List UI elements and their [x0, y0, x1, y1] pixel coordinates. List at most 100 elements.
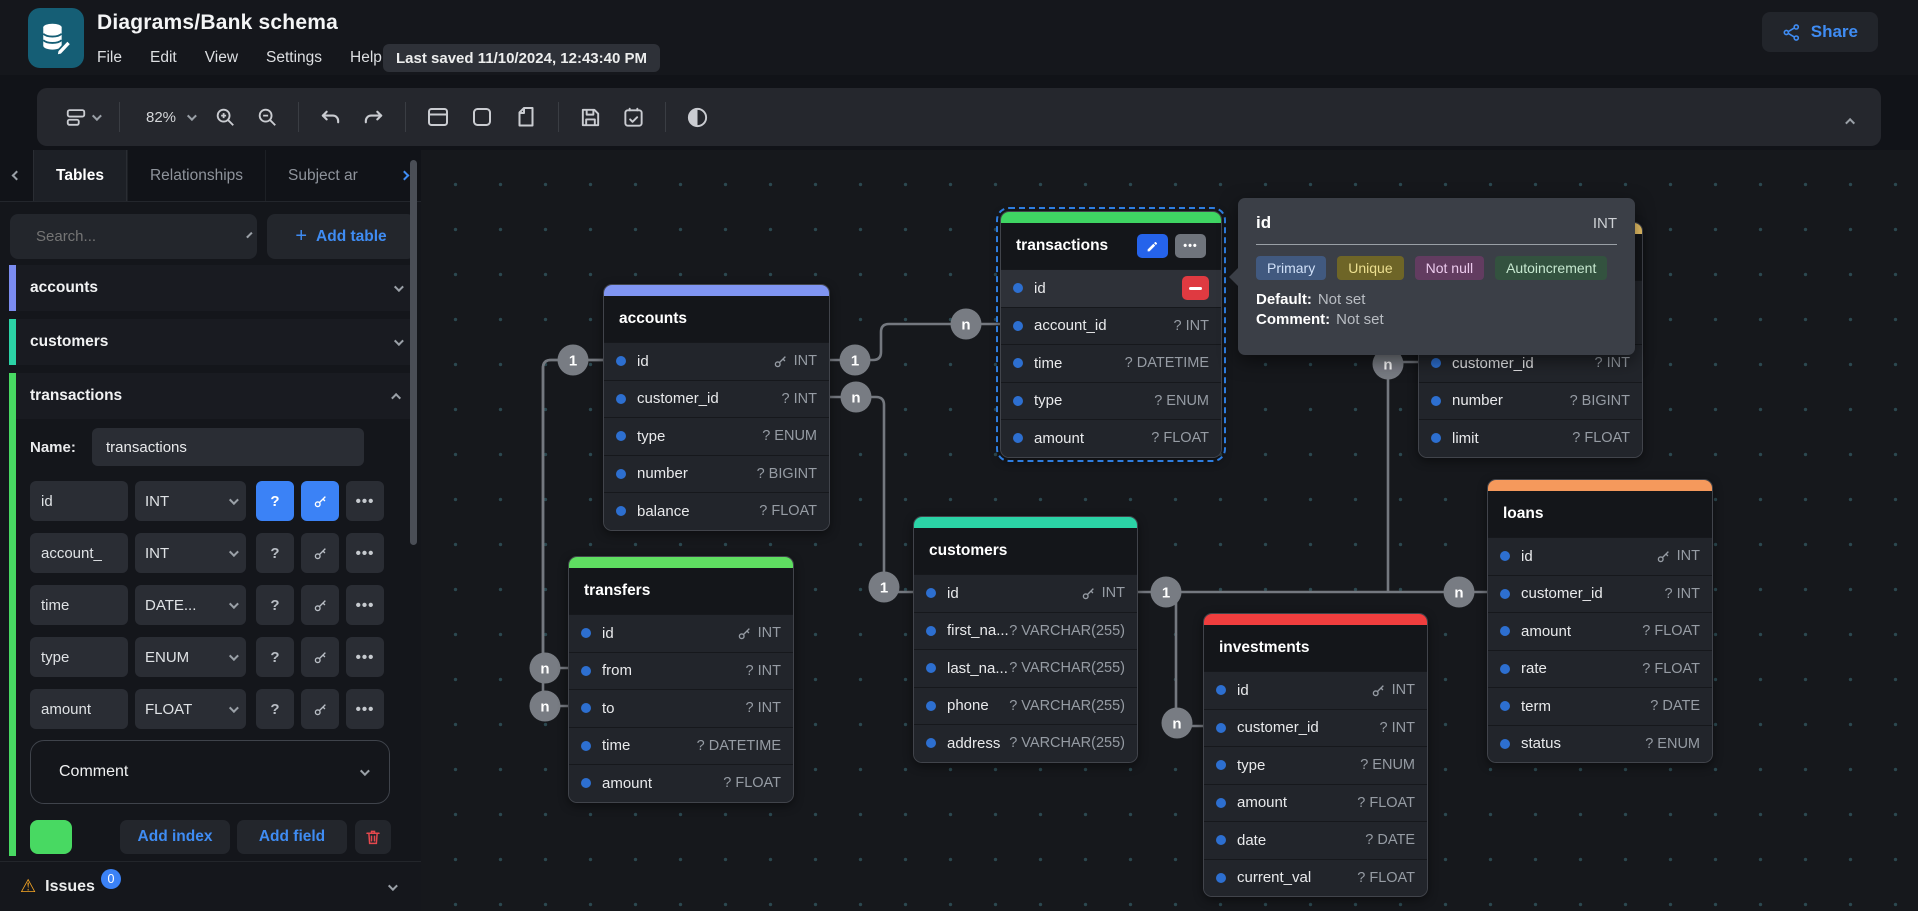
- nullable-toggle[interactable]: ?: [256, 637, 294, 677]
- table-search[interactable]: [10, 214, 257, 259]
- zoom-out-button[interactable]: [246, 97, 288, 137]
- share-button[interactable]: Share: [1762, 12, 1878, 52]
- menu-edit[interactable]: Edit: [150, 49, 177, 67]
- table-field-limit[interactable]: limit? FLOAT: [1419, 419, 1642, 457]
- table-field-type[interactable]: type? ENUM: [1001, 382, 1221, 420]
- field-name-input[interactable]: id: [30, 481, 128, 521]
- nullable-toggle[interactable]: ?: [256, 481, 294, 521]
- nullable-toggle[interactable]: ?: [256, 585, 294, 625]
- primary-key-toggle[interactable]: [301, 637, 339, 677]
- sidebar-item-accounts[interactable]: accounts: [9, 265, 415, 311]
- table-customers[interactable]: customersidINTfirst_na...? VARCHAR(255)l…: [913, 516, 1138, 763]
- sidebar-item-transactions[interactable]: transactions: [9, 373, 415, 419]
- table-field-id[interactable]: idINT: [604, 342, 829, 380]
- relationship-line[interactable]: [830, 397, 913, 592]
- table-more-button[interactable]: •••: [1175, 234, 1206, 258]
- add-field-button[interactable]: Add field: [237, 820, 347, 854]
- table-field-time[interactable]: time? DATETIME: [569, 727, 793, 765]
- field-name-input[interactable]: type: [30, 637, 128, 677]
- table-field-id[interactable]: idINT: [1204, 671, 1427, 709]
- table-title-row[interactable]: transfers: [569, 568, 793, 614]
- add-index-button[interactable]: Add index: [120, 820, 230, 854]
- table-field-time[interactable]: time? DATETIME: [1001, 344, 1221, 382]
- field-name-input[interactable]: time: [30, 585, 128, 625]
- issues-bar[interactable]: ⚠ Issues 0: [0, 861, 421, 911]
- table-title-row[interactable]: customers: [914, 528, 1137, 574]
- toolbar-collapse-button[interactable]: [1842, 106, 1861, 136]
- delete-table-button[interactable]: [355, 820, 391, 854]
- table-field-id[interactable]: idINT: [569, 614, 793, 652]
- menu-file[interactable]: File: [97, 49, 122, 67]
- table-name-input[interactable]: [92, 428, 364, 466]
- undo-button[interactable]: [309, 97, 352, 137]
- table-field-status[interactable]: status? ENUM: [1488, 725, 1712, 763]
- table-field-current_val[interactable]: current_val? FLOAT: [1204, 859, 1427, 897]
- table-field-number[interactable]: number? BIGINT: [604, 455, 829, 493]
- diagram-canvas[interactable]: 1nn1nn11nnn accountsidINTcustomer_id? IN…: [421, 150, 1918, 911]
- table-field-account_id[interactable]: account_id? INT: [1001, 307, 1221, 345]
- table-title-row[interactable]: loans: [1488, 491, 1712, 537]
- table-accounts[interactable]: accountsidINTcustomer_id? INTtype? ENUMn…: [603, 284, 830, 531]
- field-type-select[interactable]: INT: [135, 481, 246, 521]
- table-field-customer_id[interactable]: customer_id? INT: [1204, 709, 1427, 747]
- table-field-id[interactable]: idINT: [1488, 537, 1712, 575]
- table-title-row[interactable]: transactions•••: [1001, 223, 1221, 269]
- commit-button[interactable]: [612, 97, 655, 137]
- app-logo[interactable]: [28, 8, 84, 68]
- primary-key-toggle[interactable]: [301, 585, 339, 625]
- table-field-customer_id[interactable]: customer_id? INT: [1488, 575, 1712, 613]
- sidebar-scrollbar[interactable]: [410, 160, 417, 545]
- nullable-toggle[interactable]: ?: [256, 689, 294, 729]
- sidebar-item-customers[interactable]: customers: [9, 319, 415, 365]
- field-type-select[interactable]: FLOAT: [135, 689, 246, 729]
- add-table-tool-button[interactable]: [416, 97, 460, 137]
- table-field-first_na[interactable]: first_na...? VARCHAR(255): [914, 612, 1137, 650]
- relationship-line[interactable]: [1388, 362, 1418, 592]
- tab-tables[interactable]: Tables: [33, 150, 127, 201]
- search-input[interactable]: [36, 228, 235, 245]
- table-loans[interactable]: loansidINTcustomer_id? INTamount? FLOATr…: [1487, 479, 1713, 763]
- table-color-swatch[interactable]: [30, 820, 72, 854]
- layout-button[interactable]: [55, 97, 109, 137]
- field-type-select[interactable]: ENUM: [135, 637, 246, 677]
- table-investments[interactable]: investmentsidINTcustomer_id? INTtype? EN…: [1203, 613, 1428, 897]
- field-more-button[interactable]: •••: [346, 689, 384, 729]
- table-field-term[interactable]: term? DATE: [1488, 687, 1712, 725]
- table-field-address[interactable]: address? VARCHAR(255): [914, 724, 1137, 762]
- field-more-button[interactable]: •••: [346, 533, 384, 573]
- table-transfers[interactable]: transfersidINTfrom? INTto? INTtime? DATE…: [568, 556, 794, 803]
- table-field-date[interactable]: date? DATE: [1204, 821, 1427, 859]
- zoom-in-button[interactable]: [204, 97, 246, 137]
- edit-table-button[interactable]: [1137, 234, 1168, 258]
- primary-key-toggle[interactable]: [301, 481, 339, 521]
- add-table-button[interactable]: + Add table: [267, 214, 415, 259]
- add-note-button[interactable]: [504, 97, 548, 137]
- field-more-button[interactable]: •••: [346, 637, 384, 677]
- redo-button[interactable]: [352, 97, 395, 137]
- field-type-select[interactable]: DATE...: [135, 585, 246, 625]
- primary-key-toggle[interactable]: [301, 533, 339, 573]
- table-field-id[interactable]: id: [1001, 269, 1221, 307]
- field-type-select[interactable]: INT: [135, 533, 246, 573]
- table-field-type[interactable]: type? ENUM: [604, 417, 829, 455]
- relationship-line[interactable]: [1176, 592, 1203, 726]
- table-field-rate[interactable]: rate? FLOAT: [1488, 650, 1712, 688]
- table-field-from[interactable]: from? INT: [569, 652, 793, 690]
- table-field-phone[interactable]: phone? VARCHAR(255): [914, 687, 1137, 725]
- table-field-number[interactable]: number? BIGINT: [1419, 382, 1642, 420]
- menu-help[interactable]: Help: [350, 49, 382, 67]
- tab-subject-ar[interactable]: Subject ar: [265, 150, 361, 201]
- table-field-id[interactable]: idINT: [914, 574, 1137, 612]
- comment-section[interactable]: Comment: [30, 740, 390, 804]
- table-field-to[interactable]: to? INT: [569, 689, 793, 727]
- tabs-scroll-left-button[interactable]: [0, 150, 33, 201]
- table-field-last_na[interactable]: last_na...? VARCHAR(255): [914, 649, 1137, 687]
- table-title-row[interactable]: investments: [1204, 625, 1427, 671]
- field-more-button[interactable]: •••: [346, 481, 384, 521]
- chevron-down-icon[interactable]: [394, 336, 404, 346]
- table-transactions[interactable]: transactions•••idaccount_id? INTtime? DA…: [1000, 211, 1222, 458]
- chevron-down-icon[interactable]: [394, 282, 404, 292]
- zoom-level-button[interactable]: 82%: [130, 97, 204, 137]
- table-title-row[interactable]: accounts: [604, 296, 829, 342]
- issues-collapse-button[interactable]: [382, 872, 401, 902]
